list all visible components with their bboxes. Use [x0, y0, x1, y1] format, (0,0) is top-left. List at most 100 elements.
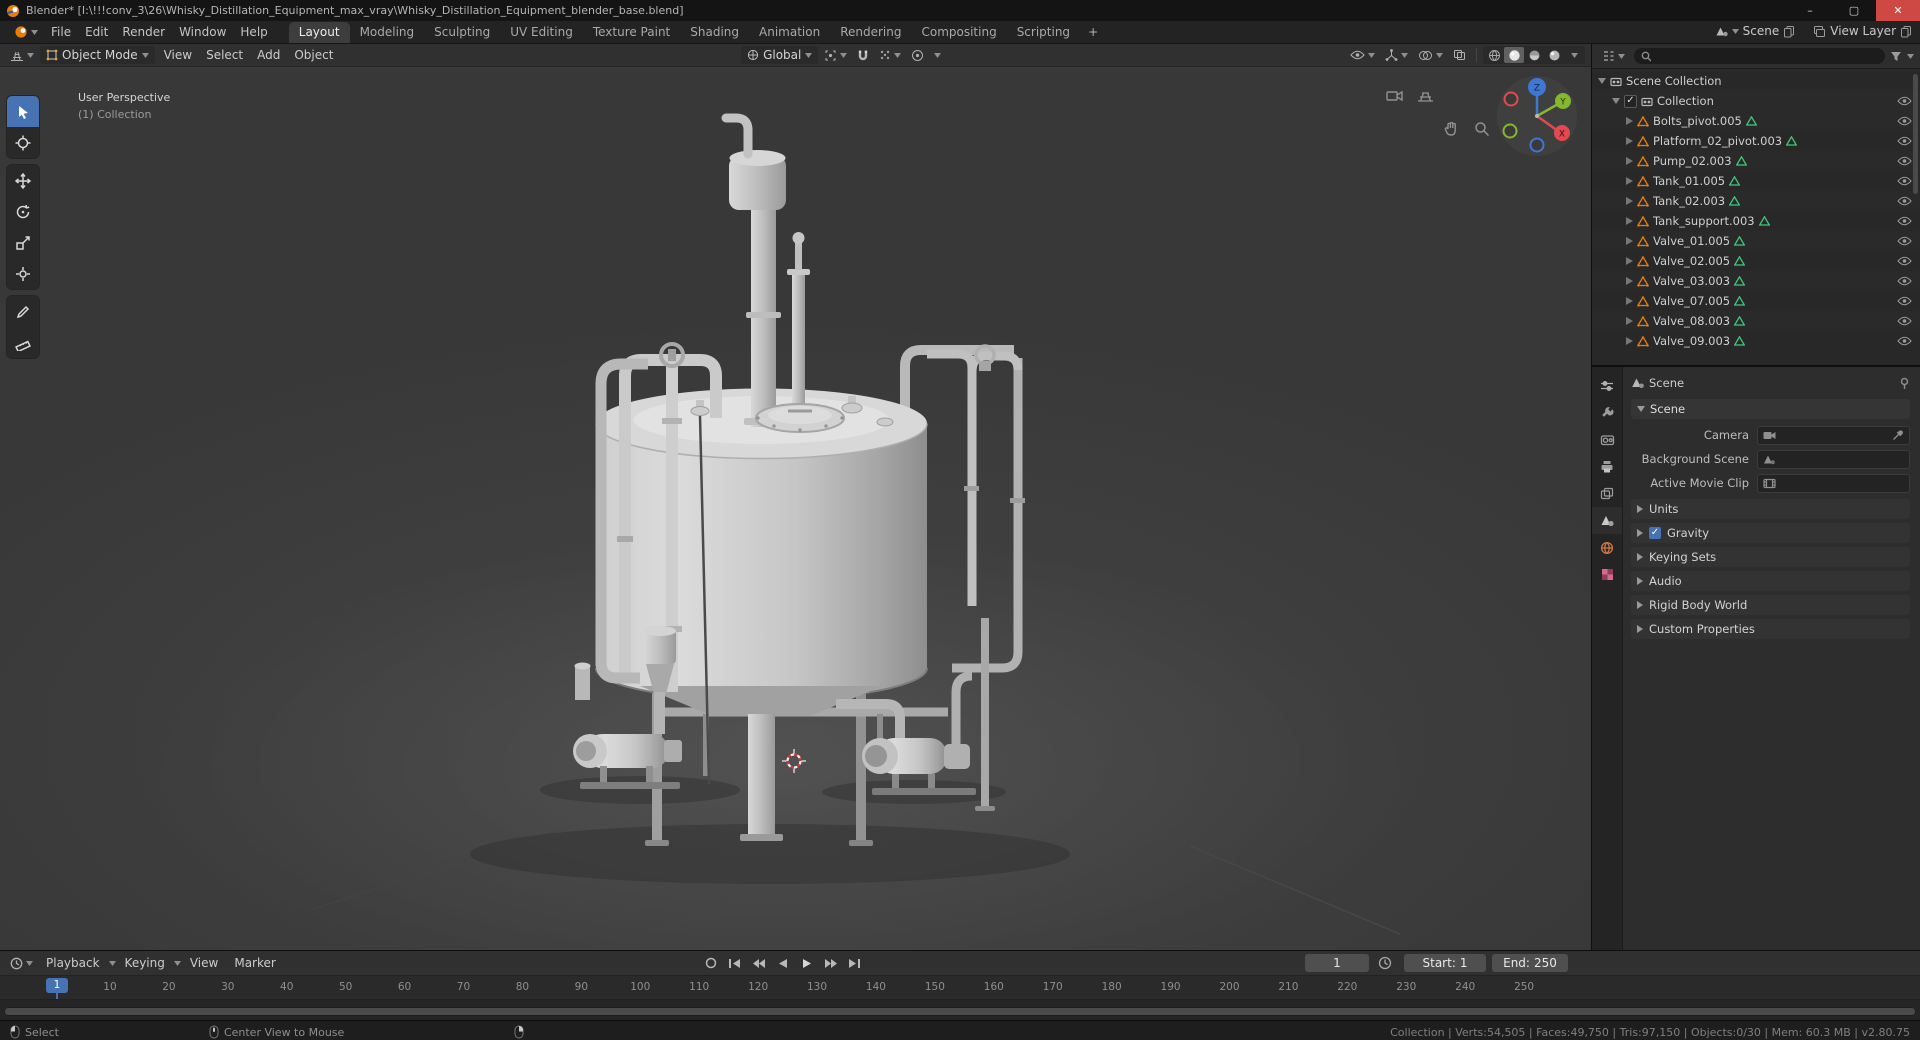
hide-icon[interactable] — [1897, 176, 1912, 186]
expand-icon[interactable] — [1626, 197, 1633, 205]
next-keyframe-button[interactable] — [820, 954, 841, 972]
hide-icon[interactable] — [1897, 196, 1912, 206]
outliner-editor-type-button[interactable] — [1598, 48, 1629, 64]
auto-keying-toggle[interactable] — [700, 954, 721, 972]
outliner-object-row[interactable]: Valve_09.003 — [1592, 331, 1920, 351]
shading-wireframe-button[interactable] — [1484, 47, 1504, 63]
properties-editor-type-button[interactable] — [1592, 372, 1622, 399]
workspace-tab[interactable]: Shading — [680, 22, 749, 43]
outliner-row-collection[interactable]: ✓ Collection — [1592, 91, 1920, 111]
section-units[interactable]: Units — [1631, 499, 1910, 519]
prev-keyframe-button[interactable] — [748, 954, 769, 972]
outliner-object-row[interactable]: Valve_02.005 — [1592, 251, 1920, 271]
hide-icon[interactable] — [1897, 276, 1912, 286]
expand-icon[interactable] — [1626, 337, 1633, 345]
expand-icon[interactable] — [1626, 297, 1633, 305]
workspace-tab[interactable]: Modeling — [350, 22, 425, 43]
hide-icon[interactable] — [1897, 156, 1912, 166]
outliner-object-row[interactable]: Valve_08.003 — [1592, 311, 1920, 331]
expand-icon[interactable] — [1626, 137, 1633, 145]
section-rigid-body-world[interactable]: Rigid Body World — [1631, 595, 1910, 615]
hide-icon[interactable] — [1897, 296, 1912, 306]
play-reverse-button[interactable] — [772, 954, 793, 972]
new-view-layer-icon[interactable] — [1900, 25, 1912, 38]
outliner-object-row[interactable]: Valve_01.005 — [1592, 231, 1920, 251]
snap-magnet-icon[interactable] — [853, 47, 873, 64]
hide-icon[interactable] — [1897, 336, 1912, 346]
tab-tool[interactable] — [1592, 399, 1622, 426]
tab-view-layer[interactable] — [1592, 480, 1622, 507]
blender-app-menu[interactable] — [8, 25, 44, 39]
navigation-gizmo[interactable]: Z Y X — [1495, 74, 1579, 158]
camera-field[interactable] — [1757, 425, 1910, 445]
menu-item[interactable]: File — [44, 22, 78, 42]
tool-measure[interactable] — [7, 327, 39, 358]
shading-solid-button[interactable] — [1504, 47, 1524, 63]
gravity-checkbox[interactable]: ✓ — [1649, 527, 1661, 539]
snap-target-dropdown[interactable] — [875, 47, 905, 63]
collection-checkbox[interactable]: ✓ — [1624, 94, 1637, 108]
hide-icon[interactable] — [1897, 216, 1912, 226]
tab-output[interactable] — [1592, 453, 1622, 480]
tool-cursor[interactable] — [7, 127, 39, 158]
workspace-tab[interactable]: Animation — [749, 22, 830, 43]
play-button[interactable] — [796, 954, 817, 972]
hide-icon[interactable] — [1897, 236, 1912, 246]
tool-move[interactable] — [7, 165, 39, 196]
expand-icon[interactable] — [1598, 78, 1606, 84]
view-layer-selector[interactable]: View Layer — [1813, 24, 1912, 38]
playback-menu[interactable]: Playback — [39, 953, 107, 973]
expand-icon[interactable] — [1626, 217, 1633, 225]
search-input[interactable] — [1655, 49, 1878, 63]
expand-icon[interactable] — [1626, 117, 1633, 125]
frame-end-field[interactable]: End: 250 — [1492, 954, 1568, 972]
workspace-tab[interactable]: Layout — [288, 22, 350, 43]
maximize-button[interactable]: ▢ — [1832, 0, 1876, 21]
viewport-canvas[interactable]: User Perspective (1) Collection Z Y X — [0, 66, 1591, 950]
expand-icon[interactable] — [1626, 237, 1633, 245]
overlays-toggle[interactable] — [1414, 48, 1447, 63]
outliner-row-scene-collection[interactable]: Scene Collection — [1592, 71, 1920, 91]
shading-dropdown[interactable] — [1564, 47, 1584, 63]
timeline-scrollbar[interactable] — [4, 1006, 1916, 1016]
tab-render[interactable] — [1592, 426, 1622, 453]
tool-transform[interactable] — [7, 258, 39, 289]
workspace-tab[interactable]: Rendering — [830, 22, 911, 43]
outliner-object-row[interactable]: Platform_02_pivot.003 — [1592, 131, 1920, 151]
hide-icon[interactable] — [1897, 316, 1912, 326]
outliner-object-row[interactable]: Valve_07.005 — [1592, 291, 1920, 311]
pin-icon[interactable] — [1899, 377, 1910, 390]
expand-icon[interactable] — [1626, 157, 1633, 165]
tab-world[interactable] — [1592, 534, 1622, 561]
viewport-menu-item[interactable]: View — [157, 45, 199, 65]
add-workspace-button[interactable]: + — [1080, 22, 1106, 42]
outliner-search[interactable] — [1634, 48, 1885, 64]
keying-menu[interactable]: Keying — [118, 953, 172, 973]
menu-item[interactable]: Edit — [78, 22, 115, 42]
close-button[interactable]: ✕ — [1876, 0, 1920, 21]
outliner-object-row[interactable]: Valve_03.003 — [1592, 271, 1920, 291]
section-audio[interactable]: Audio — [1631, 571, 1910, 591]
pivot-point-dropdown[interactable] — [820, 47, 851, 64]
minimize-button[interactable]: – — [1788, 0, 1832, 21]
outliner-object-row[interactable]: Tank_01.005 — [1592, 171, 1920, 191]
workspace-tab[interactable]: UV Editing — [500, 22, 583, 43]
new-scene-icon[interactable] — [1783, 25, 1795, 38]
workspace-tab[interactable]: Scripting — [1007, 22, 1080, 43]
hide-icon[interactable] — [1897, 136, 1912, 146]
expand-icon[interactable] — [1626, 317, 1633, 325]
expand-icon[interactable] — [1626, 177, 1633, 185]
shading-material-button[interactable] — [1524, 47, 1544, 63]
menu-item[interactable]: Render — [115, 22, 172, 42]
workspace-tab[interactable]: Texture Paint — [583, 22, 680, 43]
playhead-frame-badge[interactable]: 1 — [46, 978, 68, 993]
outliner-object-row[interactable]: Bolts_pivot.005 — [1592, 111, 1920, 131]
tool-annotate[interactable] — [7, 296, 39, 327]
pan-hand-icon[interactable] — [1443, 121, 1463, 141]
workspace-tab[interactable]: Sculpting — [424, 22, 500, 43]
expand-icon[interactable] — [1626, 257, 1633, 265]
jump-to-end-button[interactable] — [844, 954, 865, 972]
scene-panel-header[interactable]: Scene — [1631, 399, 1910, 419]
viewport-menu-item[interactable]: Object — [287, 45, 340, 65]
viewport-menu-item[interactable]: Select — [199, 45, 250, 65]
